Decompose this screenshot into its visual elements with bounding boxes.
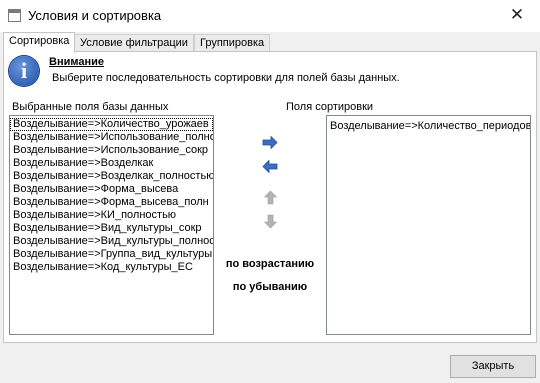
list-item[interactable]: Возделывание=>Количество_урожаев — [10, 118, 213, 131]
notice-title: Внимание — [49, 56, 104, 68]
tab-grouping[interactable]: Группировка — [194, 34, 271, 51]
list-item[interactable]: Возделывание=>Использование_сокр — [10, 144, 213, 157]
title-bar: Условия и сортировка ✕ — [0, 0, 540, 32]
selected-fields-list[interactable]: Возделывание=>Количество_урожаев Возделы… — [9, 115, 214, 335]
close-button[interactable]: Закрыть — [450, 355, 536, 378]
sort-fields-list[interactable]: Возделывание=>Количество_периодов — [326, 115, 531, 335]
arrow-left-icon[interactable] — [262, 160, 278, 173]
list-item[interactable]: Возделывание=>Вид_культуры_сокр — [10, 222, 213, 235]
arrow-right-icon[interactable] — [262, 136, 278, 149]
window-icon — [8, 9, 21, 22]
arrow-down-icon[interactable] — [264, 214, 277, 229]
window-title: Условия и сортировка — [28, 8, 162, 23]
list-item[interactable]: Возделывание=>Использование_полностью — [10, 131, 213, 144]
info-icon: i — [9, 56, 39, 86]
notice-text: Выберите последовательность сортировки д… — [52, 72, 400, 84]
list-item[interactable]: Возделывание=>Количество_периодов — [327, 120, 530, 133]
list-item[interactable]: Возделывание=>Форма_высева_полн — [10, 196, 213, 209]
list-item[interactable]: Возделывание=>Код_культуры_ЕС — [10, 261, 213, 274]
tab-filter-condition[interactable]: Условие фильтрации — [74, 34, 194, 51]
tab-bar: Сортировка Условие фильтрации Группировк… — [3, 32, 537, 53]
sort-fields-label: Поля сортировки — [286, 101, 374, 113]
selected-fields-label: Выбранные поля базы данных — [12, 101, 169, 113]
list-item[interactable]: Возделывание=>КИ_полностью — [10, 209, 213, 222]
ascending-button[interactable]: по возрастанию — [218, 258, 322, 270]
arrow-up-icon[interactable] — [264, 190, 277, 205]
tab-sorting[interactable]: Сортировка — [3, 32, 76, 53]
list-item[interactable]: Возделывание=>Возделкак_полностью — [10, 170, 213, 183]
list-item[interactable]: Возделывание=>Возделкак — [10, 157, 213, 170]
list-item[interactable]: Возделывание=>Группа_вид_культуры — [10, 248, 213, 261]
list-item[interactable]: Возделывание=>Форма_высева — [10, 183, 213, 196]
descending-button[interactable]: по убыванию — [218, 281, 322, 293]
window-close-button[interactable]: ✕ — [494, 0, 540, 32]
list-item[interactable]: Возделывание=>Вид_культуры_полностью — [10, 235, 213, 248]
